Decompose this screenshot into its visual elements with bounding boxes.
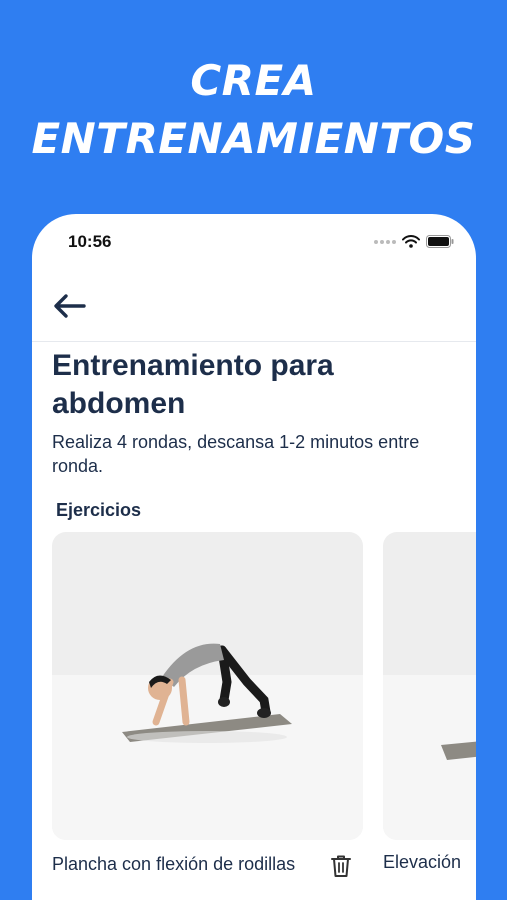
promo-line-1: CREA [190, 56, 317, 105]
exercise-illustration [122, 643, 292, 743]
workout-description: Realiza 4 rondas, descansa 1-2 minutos e… [52, 432, 420, 476]
exercise-name-2[interactable]: Elevación [383, 852, 476, 873]
battery-icon [426, 235, 454, 248]
workout-title: Entrenamiento para abdomen [52, 349, 334, 420]
trash-icon[interactable] [330, 854, 352, 878]
back-arrow-icon[interactable] [52, 290, 88, 322]
status-bar: 10:56 [32, 214, 476, 270]
exercise-name[interactable]: Plancha con flexión de rodillas [52, 852, 302, 876]
status-time: 10:56 [68, 232, 112, 251]
exercise-card-image-2[interactable] [383, 532, 476, 840]
phone-frame: 10:56 Entrenamiento para abdomen Realiza… [32, 214, 476, 900]
exercise-card-image[interactable] [52, 532, 363, 840]
exercise-illustration-2 [441, 741, 476, 760]
signal-icon [374, 239, 396, 244]
status-icons [374, 235, 454, 248]
exercises-section-label: Ejercicios [56, 500, 142, 520]
promo-line-2: ENTRENAMIENTOS [31, 114, 476, 163]
wifi-icon [402, 235, 420, 248]
nav-bar [32, 272, 476, 342]
promo-headline: CREA ENTRENAMIENTOS [0, 52, 507, 168]
